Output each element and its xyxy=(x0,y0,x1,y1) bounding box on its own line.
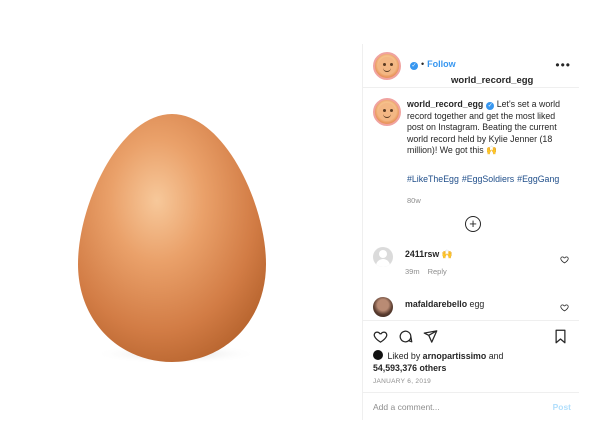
more-options-icon[interactable]: ••• xyxy=(555,58,571,72)
likes-conjunction: and xyxy=(488,351,504,361)
hashtags: #LikeTheEgg #EggSoldiers #EggGang xyxy=(407,174,562,184)
caption-avatar[interactable] xyxy=(373,98,401,126)
comment-username[interactable]: 2411rsw xyxy=(405,249,439,259)
comment-text: mafaldarebello egg xyxy=(405,299,484,309)
username-link[interactable]: world_record_egg xyxy=(451,75,533,86)
post-date: JANUARY 6, 2019 xyxy=(373,378,432,385)
comment-username[interactable]: mafaldarebello xyxy=(405,299,467,309)
post-header: world_record_egg ✓ • Follow ••• xyxy=(363,44,579,88)
action-bar xyxy=(363,320,579,348)
heart-icon[interactable] xyxy=(373,329,388,344)
plus-circle-icon[interactable]: + xyxy=(465,216,481,232)
avatar[interactable] xyxy=(373,247,393,267)
comment-item: mafaldarebello egg xyxy=(363,295,579,319)
comment-body: 🙌 xyxy=(441,249,453,259)
comment-text: 2411rsw 🙌 xyxy=(405,249,453,260)
heart-icon[interactable] xyxy=(560,303,569,312)
add-comment-bar: Post xyxy=(363,392,579,420)
follow-button[interactable]: Follow xyxy=(427,59,456,69)
heart-icon[interactable] xyxy=(560,255,569,264)
liker-avatar[interactable] xyxy=(373,350,383,360)
header-meta: world_record_egg ✓ • Follow xyxy=(407,59,533,86)
comment-input[interactable] xyxy=(373,400,523,414)
share-icon[interactable] xyxy=(423,329,438,344)
verified-icon: ✓ xyxy=(486,102,495,110)
comment-body: egg xyxy=(469,299,485,309)
post-side-panel: world_record_egg ✓ • Follow ••• world_recor… xyxy=(362,44,579,420)
egg-photo xyxy=(78,114,266,364)
comment-time: 39m xyxy=(405,267,420,276)
caption-username[interactable]: world_record_egg xyxy=(407,99,483,109)
hashtag-link[interactable]: #EggSoldiers xyxy=(462,174,514,184)
avatar[interactable] xyxy=(373,52,401,80)
comment-meta: 39m Reply xyxy=(405,267,455,276)
verified-icon: ✓ xyxy=(410,62,418,70)
bookmark-icon[interactable] xyxy=(553,329,568,344)
likes-summary: Liked by arnopartissimo and 54,593,376 o… xyxy=(373,350,573,374)
avatar[interactable] xyxy=(373,297,393,317)
caption-time: 80w xyxy=(407,196,421,205)
caption-text: world_record_egg ✓ Let's set a world reco… xyxy=(407,99,572,157)
hashtag-link[interactable]: #LikeTheEgg xyxy=(407,174,459,184)
comment-icon[interactable] xyxy=(398,329,413,344)
post-button[interactable]: Post xyxy=(553,402,571,412)
likes-prefix: Liked by xyxy=(387,351,421,361)
egg-shape xyxy=(78,114,266,362)
hashtag-link[interactable]: #EggGang xyxy=(517,174,559,184)
comment-item: 2411rsw 🙌 39m Reply xyxy=(363,245,579,285)
liker-username[interactable]: arnopartissimo xyxy=(423,351,487,361)
reply-button[interactable]: Reply xyxy=(428,267,447,276)
likes-count[interactable]: 54,593,376 others xyxy=(373,363,446,373)
separator-dot: • xyxy=(421,59,425,69)
post-image[interactable] xyxy=(0,44,362,420)
caption: world_record_egg ✓ Let's set a world reco… xyxy=(363,88,579,238)
